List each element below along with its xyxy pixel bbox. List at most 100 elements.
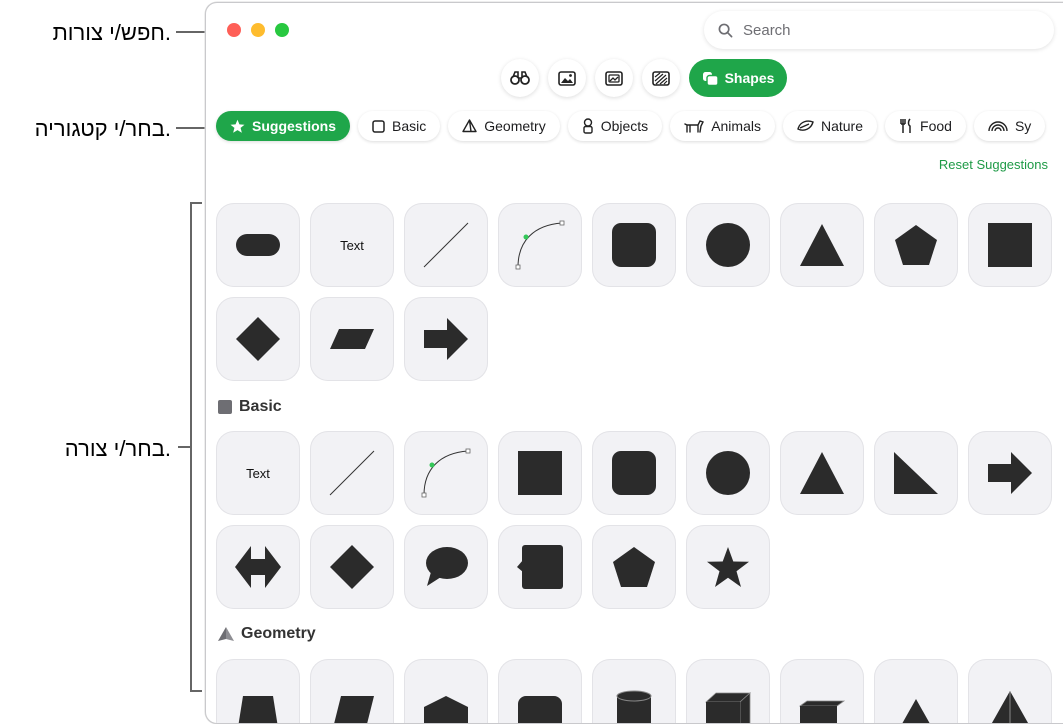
shape-tile-rounded-square[interactable]: [592, 431, 676, 515]
fork-knife-icon: [900, 118, 911, 133]
pyramid-shape-icon: [902, 699, 930, 723]
shape-tile-text[interactable]: Text: [310, 203, 394, 287]
category-symbols[interactable]: Sy: [973, 111, 1046, 141]
shape-tile-line[interactable]: [404, 203, 488, 287]
callout-square-shape-icon: [517, 545, 563, 589]
speech-bubble-shape-icon: [426, 547, 468, 586]
shape-tile-box[interactable]: [780, 659, 864, 723]
shape-tile-hexagon[interactable]: [404, 659, 488, 723]
shape-tile-cube[interactable]: [686, 659, 770, 723]
parallelogram-shape-icon: [334, 696, 374, 723]
line-shape-icon: [423, 222, 469, 268]
shape-tile-square[interactable]: [498, 431, 582, 515]
shape-tile-right-triangle[interactable]: [874, 431, 958, 515]
shapes-icon: [702, 71, 719, 86]
photo-button[interactable]: [548, 59, 586, 97]
callout-search-line: [176, 31, 206, 33]
square-outline-icon: [372, 119, 385, 133]
shape-tile-speech-bubble[interactable]: [404, 525, 488, 609]
curve-shape-icon: [421, 448, 471, 498]
triangle-shape-icon: [800, 224, 844, 266]
search-input[interactable]: [741, 20, 1025, 40]
close-window-button[interactable]: [227, 23, 241, 37]
category-label: Geometry: [484, 118, 546, 134]
shape-tile-rounded-rect[interactable]: [216, 203, 300, 287]
category-label: Suggestions: [252, 118, 337, 134]
triangle-shape-icon: [800, 452, 844, 494]
shape-tile-arrow[interactable]: [968, 431, 1052, 515]
shape-tile-text[interactable]: Text: [216, 431, 300, 515]
texture-icon: [652, 70, 670, 86]
diamond-shape-icon: [236, 317, 280, 361]
square-filled-icon: [218, 400, 232, 414]
diamond-shape-icon: [330, 545, 374, 589]
shape-tile-pentagon[interactable]: [592, 525, 676, 609]
category-label: Food: [920, 118, 952, 134]
category-label: Animals: [711, 118, 761, 134]
parallelogram-shape-icon: [330, 329, 374, 349]
shape-tile-diamond[interactable]: [216, 297, 300, 381]
shape-tile-parallelogram[interactable]: [310, 297, 394, 381]
square-shape-icon: [518, 451, 562, 495]
shape-tile-diamond[interactable]: [310, 525, 394, 609]
category-suggestions[interactable]: Suggestions: [216, 111, 351, 141]
photo-icon: [558, 70, 576, 86]
pyramid-filled-icon: [218, 626, 234, 641]
pentagon-shape-icon: [613, 547, 655, 587]
shape-tile-triangle[interactable]: [780, 431, 864, 515]
pyramid-icon: [462, 119, 477, 133]
capsule-shape-icon: [236, 234, 280, 256]
shape-tile-rounded-rect[interactable]: [498, 659, 582, 723]
search-icon: [718, 23, 733, 37]
circle-shape-icon: [706, 451, 750, 495]
shape-tile-double-arrow[interactable]: [216, 525, 300, 609]
shape-tile-rounded-square[interactable]: [592, 203, 676, 287]
category-label: Basic: [392, 118, 427, 134]
media-button[interactable]: [595, 59, 633, 97]
cube-shape-icon: [705, 692, 751, 723]
category-nature[interactable]: Nature: [782, 111, 878, 141]
texture-button[interactable]: [642, 59, 680, 97]
category-basic[interactable]: Basic: [358, 111, 441, 141]
shape-tile-star[interactable]: [686, 525, 770, 609]
category-geometry[interactable]: Geometry: [448, 111, 560, 141]
shape-tile-pentagon[interactable]: [874, 203, 958, 287]
search-field[interactable]: [704, 11, 1054, 49]
text-shape-label: Text: [246, 465, 270, 481]
shape-tile-trapezoid[interactable]: [216, 659, 300, 723]
shape-tile-square[interactable]: [968, 203, 1052, 287]
callout-search-text: חפש/י צורות.: [52, 20, 171, 45]
category-food[interactable]: Food: [885, 111, 966, 141]
binoculars-button[interactable]: [501, 59, 539, 97]
shape-tile-circle[interactable]: [686, 431, 770, 515]
reset-suggestions-link[interactable]: Reset Suggestions: [939, 157, 1048, 172]
rounded-square-shape-icon: [612, 223, 656, 267]
minimize-window-button[interactable]: [251, 23, 265, 37]
shapes-tab-label: Shapes: [724, 70, 775, 86]
animal-icon: [684, 119, 705, 133]
callout-shape-text: בחר/י צורה.: [64, 436, 171, 461]
shape-tile-pyramid[interactable]: [874, 659, 958, 723]
rounded-rect-shape-icon: [518, 696, 562, 723]
category-bar: Suggestions Basic Geometry Objects Anima…: [216, 111, 1046, 143]
shapes-tab-button[interactable]: Shapes: [689, 59, 787, 97]
category-objects[interactable]: Objects: [567, 111, 663, 141]
shape-tile-triangle[interactable]: [780, 203, 864, 287]
leaf-icon: [797, 120, 814, 131]
shape-tile-circle[interactable]: [686, 203, 770, 287]
shape-tile-parallelogram[interactable]: [310, 659, 394, 723]
shape-tile-tetrahedron[interactable]: [968, 659, 1052, 723]
section-geometry-title: Geometry: [218, 625, 316, 643]
section-basic-title: Basic: [218, 398, 282, 416]
shape-tile-cylinder[interactable]: [592, 659, 676, 723]
shape-tile-curve[interactable]: [498, 203, 582, 287]
shape-tile-callout-square[interactable]: [498, 525, 582, 609]
category-animals[interactable]: Animals: [670, 111, 775, 141]
double-arrow-shape-icon: [235, 546, 281, 588]
shape-tile-arrow[interactable]: [404, 297, 488, 381]
shape-tile-line[interactable]: [310, 431, 394, 515]
text-shape-label: Text: [340, 237, 364, 253]
zoom-window-button[interactable]: [275, 23, 289, 37]
star-icon: [230, 119, 245, 133]
shape-tile-curve[interactable]: [404, 431, 488, 515]
